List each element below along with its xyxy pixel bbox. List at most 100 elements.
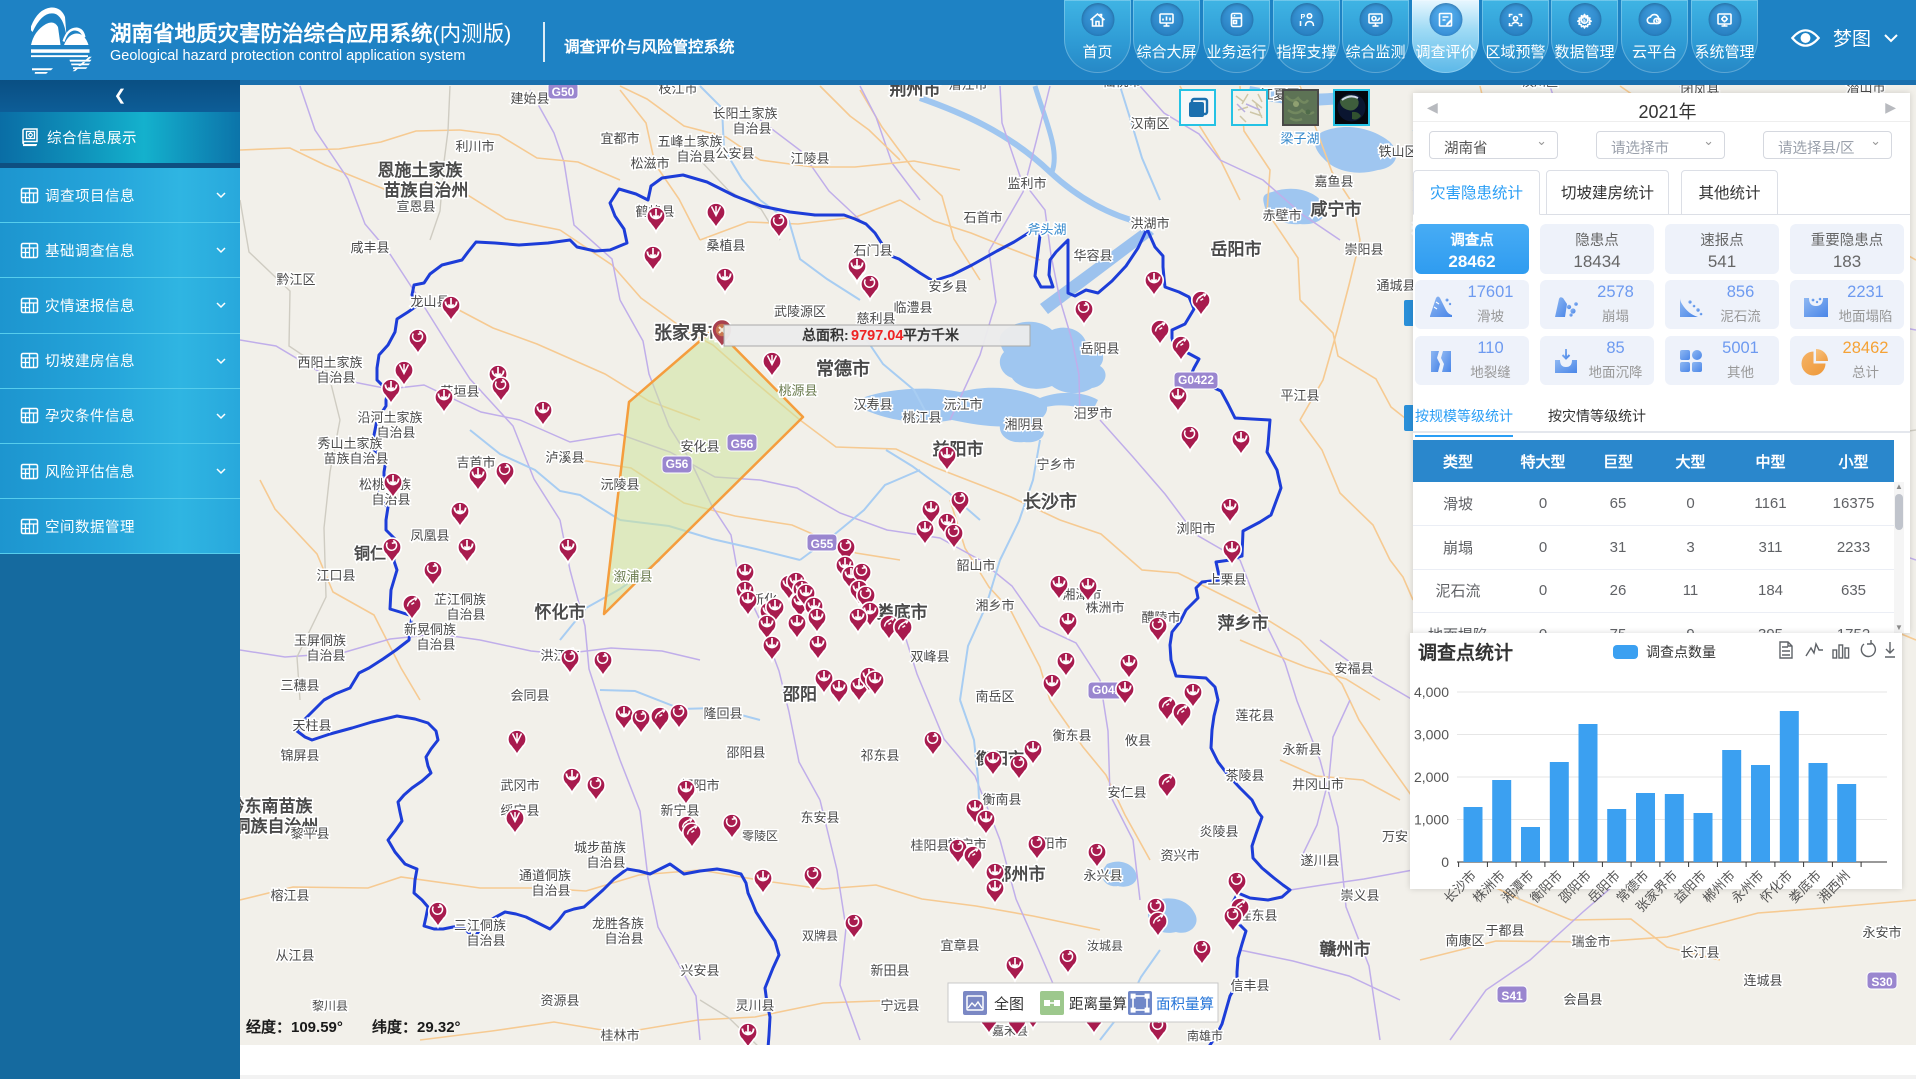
svg-text:苗族自治州: 苗族自治州 [384, 180, 469, 200]
svg-text:炎陵县: 炎陵县 [1199, 824, 1238, 839]
svg-text:斧头湖: 斧头湖 [1027, 222, 1066, 237]
svg-text:通道侗族: 通道侗族 [519, 868, 571, 883]
svg-text:G56: G56 [731, 437, 754, 451]
svg-text:湘阴县: 湘阴县 [1004, 417, 1043, 432]
svg-text:浏阳市: 浏阳市 [1176, 521, 1215, 536]
svg-text:上栗县: 上栗县 [1207, 572, 1246, 587]
svg-text:G50: G50 [552, 85, 575, 99]
svg-text:恩施土家族: 恩施土家族 [378, 160, 464, 180]
svg-text:黔东南苗族: 黔东南苗族 [240, 796, 313, 816]
svg-text:兴安县: 兴安县 [680, 963, 719, 978]
svg-text:华容县: 华容县 [1073, 248, 1112, 263]
svg-text:新晃侗族: 新晃侗族 [404, 622, 456, 637]
svg-text:自治县: 自治县 [316, 370, 355, 385]
svg-text:桃江县: 桃江县 [902, 410, 941, 425]
svg-text:桂林市: 桂林市 [600, 1028, 639, 1043]
svg-text:崇阳县: 崇阳县 [1344, 242, 1383, 257]
svg-text:崇义县: 崇义县 [1340, 888, 1379, 903]
svg-text:东安县: 东安县 [800, 810, 839, 825]
svg-text:黎平县: 黎平县 [290, 826, 329, 841]
svg-text:衡东县: 衡东县 [1052, 728, 1091, 743]
svg-text:茶陵县: 茶陵县 [1225, 768, 1264, 783]
svg-text:宁远县: 宁远县 [880, 998, 919, 1013]
svg-text:万安: 万安 [1382, 829, 1408, 844]
svg-text:永新县: 永新县 [1282, 742, 1321, 757]
svg-text:隆回县: 隆回县 [703, 706, 742, 721]
svg-text:南岳区: 南岳区 [975, 689, 1014, 704]
svg-text:南康区: 南康区 [1445, 933, 1484, 948]
svg-text:松滋市: 松滋市 [630, 156, 669, 171]
svg-text:祁东县: 祁东县 [860, 748, 899, 763]
svg-text:资源县: 资源县 [540, 993, 579, 1008]
svg-text:五峰土家族: 五峰土家族 [657, 134, 722, 149]
svg-text:武陵源区: 武陵源区 [774, 304, 826, 319]
svg-text:武冈市: 武冈市 [500, 778, 539, 793]
svg-text:三江侗族: 三江侗族 [454, 918, 506, 933]
svg-text:井冈山市: 井冈山市 [1292, 777, 1344, 792]
svg-text:铁山区: 铁山区 [1378, 144, 1417, 159]
svg-text:芷江侗族: 芷江侗族 [434, 592, 486, 607]
svg-text:全图: 全图 [994, 995, 1024, 1013]
svg-text:宜都市: 宜都市 [600, 131, 639, 146]
svg-text:宜章县: 宜章县 [940, 938, 979, 953]
svg-text:桂阳县: 桂阳县 [910, 838, 949, 853]
svg-text:秀山土家族: 秀山土家族 [317, 436, 382, 451]
svg-text:永安市: 永安市 [1862, 925, 1901, 940]
svg-text:凤凰县: 凤凰县 [410, 528, 449, 543]
svg-text:经度：109.59°: 经度：109.59° [246, 1018, 343, 1036]
svg-text:汉寿县: 汉寿县 [853, 397, 892, 412]
svg-text:平方千米: 平方千米 [903, 327, 960, 343]
svg-text:新田县: 新田县 [870, 963, 909, 978]
svg-text:邵阳县: 邵阳县 [726, 745, 765, 760]
svg-text:黎川县: 黎川县 [312, 999, 348, 1013]
svg-text:信丰县: 信丰县 [1230, 978, 1269, 993]
svg-text:通城县: 通城县 [1376, 278, 1415, 293]
svg-text:建始县: 建始县 [510, 91, 549, 106]
svg-text:咸丰县: 咸丰县 [350, 240, 389, 255]
svg-text:岳阳县: 岳阳县 [1080, 341, 1119, 356]
svg-text:遂川县: 遂川县 [1300, 853, 1339, 868]
svg-text:沅陵县: 沅陵县 [600, 477, 639, 492]
svg-text:汨罗市: 汨罗市 [1073, 406, 1112, 421]
svg-text:桃源县: 桃源县 [778, 383, 817, 398]
svg-text:资兴市: 资兴市 [1160, 848, 1199, 863]
svg-text:榕江县: 榕江县 [270, 888, 309, 903]
svg-text:泸溪县: 泸溪县 [545, 450, 584, 465]
svg-text:江陵县: 江陵县 [790, 151, 829, 166]
svg-text:永兴县: 永兴县 [1083, 868, 1122, 883]
svg-text:临澧县: 临澧县 [893, 300, 932, 315]
svg-text:赣州市: 赣州市 [1320, 939, 1371, 959]
svg-text:沅江市: 沅江市 [943, 397, 982, 412]
svg-text:监利市: 监利市 [1007, 176, 1046, 191]
svg-text:天柱县: 天柱县 [292, 718, 331, 733]
svg-text:江口县: 江口县 [316, 568, 355, 583]
svg-text:总面积:: 总面积: [802, 327, 849, 343]
svg-text:湘乡市: 湘乡市 [975, 598, 1014, 613]
svg-text:距离量算: 距离量算 [1069, 996, 1127, 1013]
svg-text:自治县: 自治县 [676, 149, 715, 164]
svg-text:G55: G55 [811, 537, 834, 551]
svg-text:于都县: 于都县 [1485, 923, 1524, 938]
svg-text:平江县: 平江县 [1280, 388, 1319, 403]
svg-text:嘉鱼县: 嘉鱼县 [1314, 174, 1353, 189]
svg-text:西阳土家族: 西阳土家族 [297, 355, 362, 370]
svg-text:¥: ¥ [1582, 17, 1586, 24]
svg-text:长沙市: 长沙市 [1023, 491, 1077, 512]
svg-text:慈利县: 慈利县 [856, 311, 895, 326]
svg-text:新宁县: 新宁县 [660, 803, 699, 818]
svg-text:溆浦县: 溆浦县 [613, 569, 652, 584]
svg-text:从江县: 从江县 [275, 948, 314, 963]
svg-text:瑞金市: 瑞金市 [1571, 934, 1610, 949]
svg-text:萍乡市: 萍乡市 [1218, 613, 1269, 633]
svg-text:梁子湖: 梁子湖 [1280, 131, 1319, 146]
svg-text:S41: S41 [1501, 989, 1523, 1003]
svg-text:黔江区: 黔江区 [276, 272, 315, 287]
svg-text:宣恩县: 宣恩县 [396, 199, 435, 214]
svg-text:安化县: 安化县 [680, 439, 719, 454]
svg-text:常德市: 常德市 [816, 358, 870, 379]
svg-text:零陵区: 零陵区 [742, 829, 778, 843]
svg-text:双牌县: 双牌县 [802, 929, 838, 943]
svg-text:株洲市: 株洲市 [1085, 600, 1124, 615]
svg-text:赤壁市: 赤壁市 [1262, 208, 1301, 223]
svg-text:锦屏县: 锦屏县 [280, 748, 319, 763]
